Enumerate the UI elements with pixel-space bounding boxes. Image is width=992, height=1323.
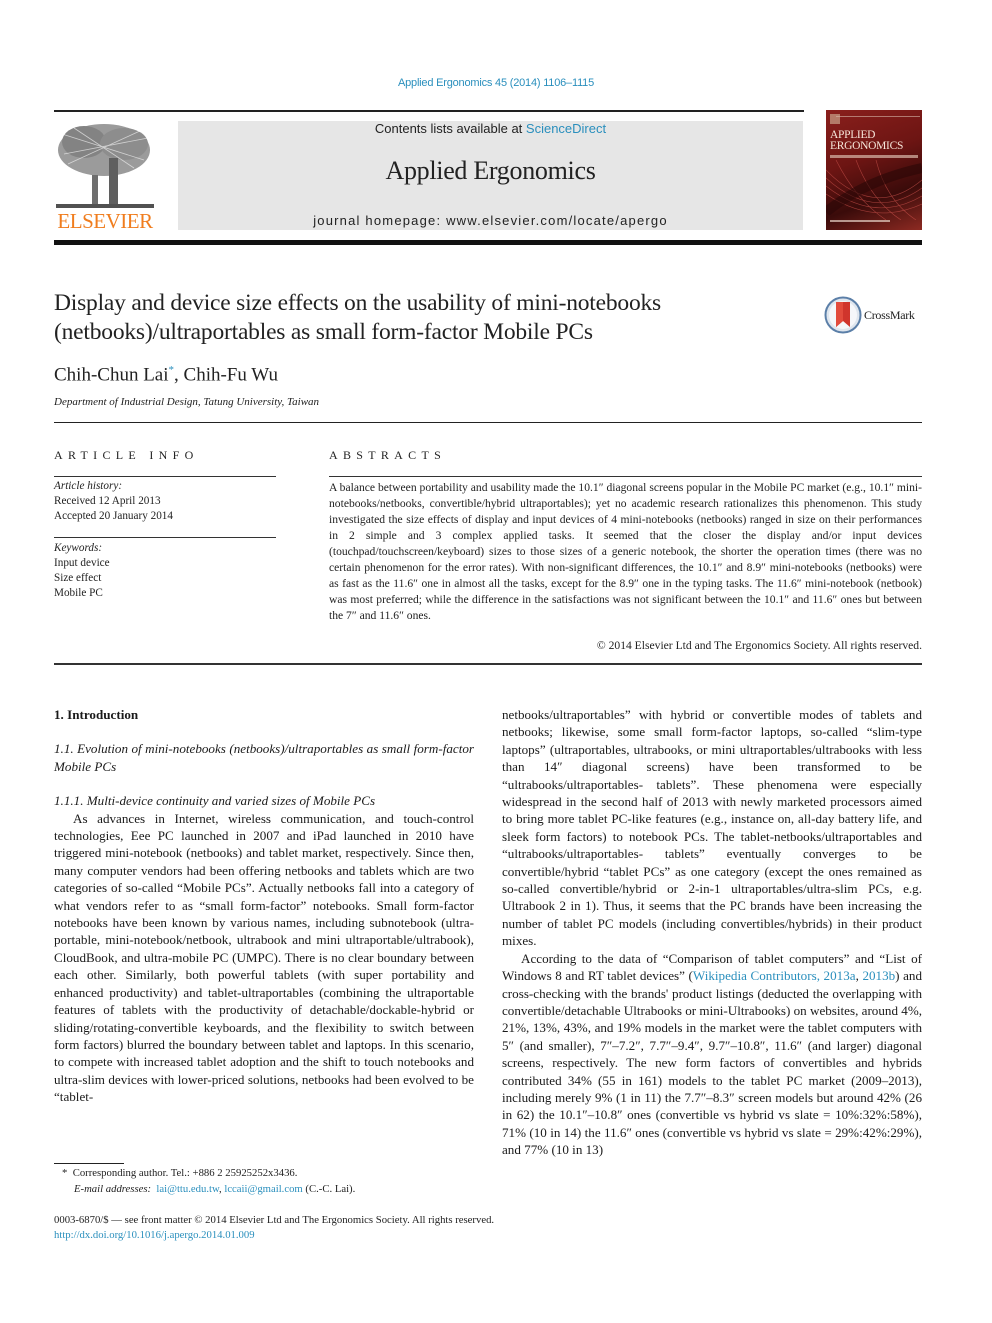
footnote-mark: * <box>62 1167 68 1179</box>
email-link[interactable]: lccaii@gmail.com <box>224 1183 302 1195</box>
doi-link[interactable]: http://dx.doi.org/10.1016/j.apergo.2014.… <box>54 1228 654 1243</box>
received-date: Received 12 April 2013 <box>54 495 161 507</box>
elsevier-logo[interactable]: ELSEVIER <box>54 120 156 232</box>
corresponding-author-text: Corresponding author. Tel.: +886 2 25925… <box>72 1167 298 1179</box>
corresponding-author-note: * Corresponding author. Tel.: +886 2 259… <box>62 1166 482 1182</box>
author-affiliation: Department of Industrial Design, Tatung … <box>54 396 320 408</box>
section-heading: 1. Introduction <box>54 707 139 722</box>
email-suffix: (C.-C. Lai). <box>302 1182 356 1195</box>
citation-link[interactable]: Wikipedia Contributors, 2013a <box>693 968 856 983</box>
keywords-rule <box>54 537 276 538</box>
cover-subtitle <box>830 155 918 158</box>
sciencedirect-link[interactable]: ScienceDirect <box>526 121 606 136</box>
header-thick-rule <box>54 240 922 245</box>
journal-reference-link[interactable]: Applied Ergonomics 45 (2014) 1106–1115 <box>0 77 992 89</box>
elsevier-tree-icon <box>54 120 156 212</box>
front-matter: 0003-6870/$ — see front matter © 2014 El… <box>54 1213 654 1242</box>
abstract-copyright: © 2014 Elsevier Ltd and The Ergonomics S… <box>596 639 922 652</box>
body-paragraph: netbooks/ultraportables” with hybrid or … <box>502 707 922 949</box>
footnote: * Corresponding author. Tel.: +886 2 259… <box>62 1166 482 1197</box>
citation-link[interactable]: 2013b <box>862 968 895 983</box>
author-name[interactable]: Chih-Fu Wu <box>184 364 278 385</box>
crossmark-button[interactable]: CrossMark <box>824 296 924 336</box>
email-link[interactable]: lai@ttu.edu.tw <box>156 1183 219 1195</box>
journal-homepage[interactable]: journal homepage: www.elsevier.com/locat… <box>178 213 803 228</box>
footnote-rule <box>54 1163 124 1164</box>
contents-prefix: Contents lists available at <box>374 121 526 136</box>
crossmark-label: CrossMark <box>864 308 915 322</box>
keyword-item: Mobile PC <box>54 587 103 599</box>
abstract-text: A balance between portability and usabil… <box>329 481 922 622</box>
cover-title-line2: ERGONOMICS <box>830 140 904 152</box>
article-info-rule <box>54 476 276 477</box>
author-separator: , <box>174 364 184 386</box>
cover-top-rule <box>836 116 920 117</box>
article-info-heading: ARTICLE INFO <box>54 448 199 462</box>
body-paragraph: According to the data of “Comparison of … <box>502 950 922 1159</box>
header-top-rule <box>54 110 804 112</box>
article-history: Article history: Received 12 April 2013 … <box>54 479 274 524</box>
keywords-block: Keywords: Input device Size effect Mobil… <box>54 541 274 601</box>
subsubsection-heading: 1.1.1. Multi-device continuity and varie… <box>54 793 376 809</box>
email-label: E-mail addresses: <box>74 1182 152 1195</box>
body-column-right: netbooks/ultraportables” with hybrid or … <box>502 706 922 1159</box>
issn-line: 0003-6870/$ — see front matter © 2014 El… <box>54 1214 495 1226</box>
paragraph-text: ) and cross-checking with the brands' pr… <box>502 968 923 1158</box>
history-label: Article history: <box>54 480 123 492</box>
author-list: Chih-Chun Lai*, Chih-Fu Wu <box>54 364 278 386</box>
keywords-label: Keywords: <box>54 542 103 554</box>
journal-title: Applied Ergonomics <box>385 156 596 185</box>
contents-availability-line: Contents lists available at ScienceDirec… <box>178 121 803 136</box>
elsevier-wordmark: ELSEVIER <box>57 209 153 233</box>
abstract-bottom-rule <box>54 663 922 665</box>
abstract-rule <box>329 476 922 477</box>
keyword-item: Input device <box>54 557 110 569</box>
cover-footer <box>830 220 890 222</box>
abstract-heading: ABSTRACTS <box>329 448 447 462</box>
email-line: E-mail addresses: lai@ttu.edu.tw, lccaii… <box>62 1182 482 1198</box>
body-paragraph: As advances in Internet, wireless commun… <box>54 810 474 1105</box>
subsection-heading: 1.1. Evolution of mini-notebooks (netboo… <box>54 741 474 774</box>
accepted-date: Accepted 20 January 2014 <box>54 510 173 522</box>
article-title: Display and device size effects on the u… <box>54 290 662 345</box>
crossmark-icon <box>824 296 862 334</box>
section-divider <box>54 422 922 423</box>
cover-mesh-graphic <box>826 160 922 220</box>
body-column-left: 1. Introduction 1.1. Evolution of mini-n… <box>54 706 474 1106</box>
author-name[interactable]: Chih-Chun Lai <box>54 364 169 385</box>
keyword-item: Size effect <box>54 572 102 584</box>
cover-title: APPLIED ERGONOMICS <box>830 129 904 152</box>
journal-cover-image[interactable]: APPLIED ERGONOMICS <box>826 110 922 230</box>
